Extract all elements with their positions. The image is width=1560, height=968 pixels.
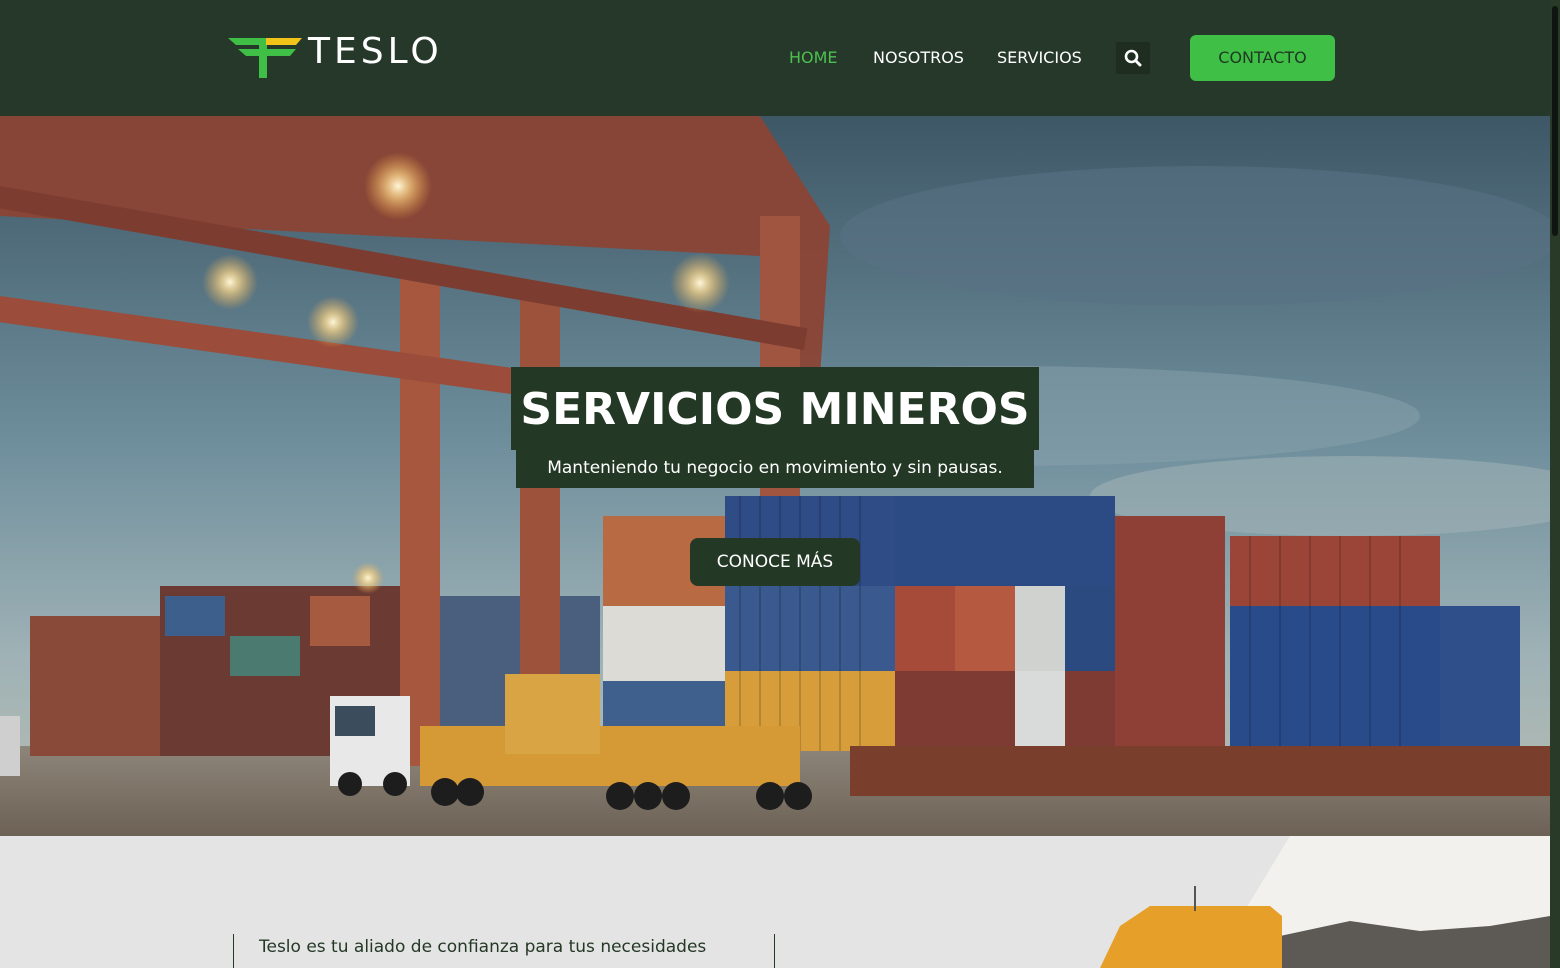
hero-subtitle: Manteniendo tu negocio en movimiento y s…: [547, 458, 1003, 478]
nav-home[interactable]: HOME: [789, 44, 838, 72]
hero-banner: SERVICIOS MINEROS Manteniendo tu negocio…: [0, 116, 1550, 836]
about-section: Teslo es tu aliado de confianza para tus…: [0, 836, 1550, 968]
search-icon: [1124, 49, 1142, 67]
page: TESLO HOME NOSOTROS SERVICIOS CONTACTO S…: [0, 0, 1550, 968]
hero-title: SERVICIOS MINEROS: [520, 384, 1030, 435]
nav-servicios[interactable]: SERVICIOS: [997, 44, 1082, 72]
logo-text: TESLO: [308, 31, 443, 72]
site-header: TESLO HOME NOSOTROS SERVICIOS CONTACTO: [0, 0, 1550, 116]
about-heading: Teslo es tu aliado de confianza para tus…: [259, 937, 707, 957]
about-card: Teslo es tu aliado de confianza para tus…: [233, 934, 775, 968]
hero-title-box: SERVICIOS MINEROS: [511, 367, 1039, 450]
contact-button[interactable]: CONTACTO: [1190, 35, 1335, 81]
truck-image: [1100, 836, 1550, 968]
logo-mark-icon: [228, 38, 302, 78]
nav-nosotros[interactable]: NOSOTROS: [873, 44, 964, 72]
learn-more-button[interactable]: CONOCE MÁS: [690, 538, 860, 586]
search-button[interactable]: [1116, 42, 1150, 74]
scrollbar[interactable]: [1550, 0, 1560, 968]
hero-subtitle-box: Manteniendo tu negocio en movimiento y s…: [516, 450, 1034, 488]
scrollbar-thumb[interactable]: [1552, 6, 1558, 236]
logo[interactable]: TESLO: [226, 32, 466, 84]
